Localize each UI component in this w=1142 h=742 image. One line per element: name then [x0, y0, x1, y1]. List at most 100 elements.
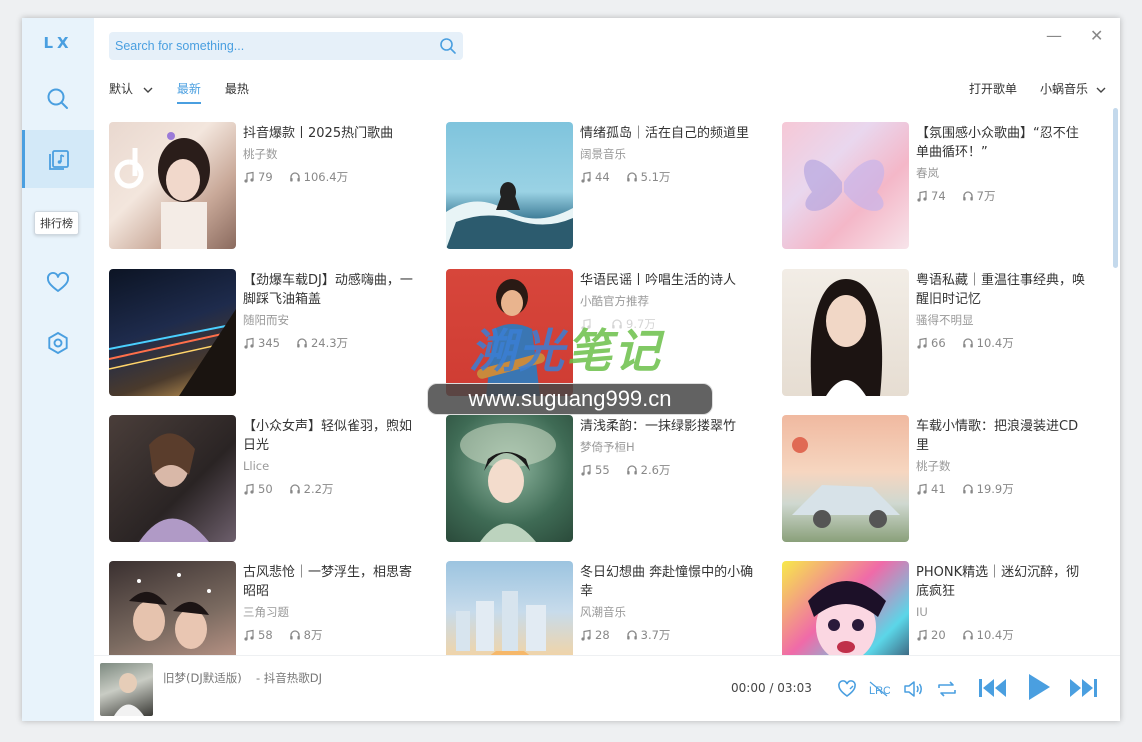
music-note-icon — [244, 171, 254, 183]
playlist-title[interactable]: 车载小情歌：把浪漫装进CD里 — [916, 417, 1091, 455]
nav-settings[interactable] — [22, 314, 94, 372]
volume-button[interactable] — [902, 678, 924, 700]
music-note-icon — [917, 629, 927, 641]
scrollbar[interactable] — [1113, 108, 1118, 268]
tab-default[interactable]: 默认 — [109, 80, 153, 100]
play-count: 10.4万 — [976, 628, 1014, 642]
playlist-stats: 20 10.4万 — [916, 627, 1091, 643]
search-icon[interactable] — [439, 37, 457, 55]
playlist-title[interactable]: 清浅柔韵：一抹绿影搂翠竹 — [580, 417, 755, 436]
playlist-stats: 50 2.2万 — [243, 481, 418, 497]
playlist-title[interactable]: 粤语私藏｜重温往事经典，唤醒旧时记忆 — [916, 271, 1091, 309]
song-count: 58 — [258, 628, 273, 642]
cover-art — [460, 423, 556, 542]
song-count: 74 — [931, 189, 946, 203]
cover-art — [109, 309, 236, 396]
playlist-info: 抖音爆款丨2025热门歌曲 桃子数 79 106.4万 — [243, 124, 418, 185]
playlist-card[interactable]: 【劲爆车载DJ】动感嗨曲，一脚踩飞油箱盖 随阳而安 345 24.3万 — [109, 269, 429, 397]
source-label: 小蜗音乐 — [1040, 82, 1089, 96]
playlist-title[interactable]: 抖音爆款丨2025热门歌曲 — [243, 124, 418, 143]
playlist-cover[interactable] — [446, 561, 573, 655]
playlist-card[interactable]: 抖音爆款丨2025热门歌曲 桃子数 79 106.4万 — [109, 122, 429, 250]
playlist-card[interactable]: 清浅柔韵：一抹绿影搂翠竹 梦倚予桓H 55 2.6万 — [446, 415, 766, 543]
playlist-author[interactable]: 骚得不明显 — [916, 312, 1091, 328]
lyric-button[interactable]: LRC — [868, 678, 890, 700]
previous-icon — [979, 679, 1006, 697]
previous-button[interactable] — [978, 674, 1008, 702]
playlist-cover[interactable] — [109, 122, 236, 249]
playlist-cover[interactable] — [109, 561, 236, 655]
song-count: 345 — [258, 336, 280, 350]
playlist-card[interactable]: 粤语私藏｜重温往事经典，唤醒旧时记忆 骚得不明显 66 10.4万 — [782, 269, 1102, 397]
tab-hottest[interactable]: 最热 — [225, 80, 249, 100]
cover-art — [792, 437, 900, 528]
playlist-card[interactable]: 车载小情歌：把浪漫装进CD里 桃子数 41 19.9万 — [782, 415, 1102, 543]
close-button[interactable]: ✕ — [1090, 26, 1103, 45]
playlist-author[interactable]: IU — [916, 604, 1091, 620]
minimize-button[interactable]: — — [1046, 26, 1062, 45]
music-note-icon — [581, 464, 591, 476]
playlist-author[interactable]: 梦倚予桓H — [580, 439, 755, 455]
headphones-icon — [289, 484, 300, 494]
music-note-icon — [244, 483, 254, 495]
playlist-title[interactable]: 冬日幻想曲 奔赴憧憬中的小确幸 — [580, 563, 755, 601]
playlist-card[interactable]: 古风悲怆｜一梦浮生，相思寄昭昭 三角习题 58 8万 — [109, 561, 429, 655]
nav-search[interactable] — [22, 70, 94, 128]
now-playing-cover[interactable] — [100, 663, 153, 716]
play-icon — [1029, 674, 1050, 700]
playlist-title[interactable]: 【氛围感小众歌曲】“忍不住单曲循环！” — [916, 124, 1091, 162]
playlist-author[interactable]: 三角习题 — [243, 604, 418, 620]
play-count: 5.1万 — [640, 170, 671, 184]
cover-art — [446, 182, 573, 249]
open-playlist-button[interactable]: 打开歌单 — [969, 80, 1017, 97]
playlist-title[interactable]: PHONK精选｜迷幻沉醉，彻底疯狂 — [916, 563, 1091, 601]
playlist-author[interactable]: 随阳而安 — [243, 312, 418, 328]
playlist-cover[interactable] — [782, 122, 909, 249]
playlist-card[interactable]: PHONK精选｜迷幻沉醉，彻底疯狂 IU 20 10.4万 — [782, 561, 1102, 655]
playlist-info: 【小众女声】轻似雀羽，煦如日光 Llice 50 2.2万 — [243, 417, 418, 497]
playlist-author[interactable]: 风潮音乐 — [580, 604, 755, 620]
nav-songlist[interactable] — [22, 130, 94, 188]
music-note-icon — [581, 629, 591, 641]
playlist-author[interactable]: 春岚 — [916, 165, 1091, 181]
music-note-icon — [244, 337, 254, 349]
playlist-cover[interactable] — [109, 415, 236, 542]
tab-newest[interactable]: 最新 — [176, 80, 201, 104]
playlist-cover[interactable] — [782, 415, 909, 542]
repeat-button[interactable] — [936, 678, 958, 700]
playlist-cover[interactable] — [782, 269, 909, 396]
playlist-author[interactable]: Llice — [243, 458, 418, 474]
playlist-cover[interactable] — [109, 269, 236, 396]
song-count: 55 — [595, 463, 610, 477]
play-button[interactable] — [1024, 671, 1054, 703]
playlist-author[interactable]: 桃子数 — [916, 458, 1091, 474]
playlist-author[interactable]: 桃子数 — [243, 146, 418, 162]
playlist-title[interactable]: 古风悲怆｜一梦浮生，相思寄昭昭 — [243, 563, 418, 601]
headphones-icon — [626, 630, 637, 640]
playlist-title[interactable]: 华语民谣丨吟唱生活的诗人 — [580, 271, 755, 290]
playlist-stats: 44 5.1万 — [580, 169, 755, 185]
next-button[interactable] — [1068, 674, 1098, 702]
playlist-title[interactable]: 【劲爆车载DJ】动感嗨曲，一脚踩飞油箱盖 — [243, 271, 418, 309]
search-input[interactable] — [109, 32, 429, 60]
cover-art — [456, 591, 546, 655]
playlist-title[interactable]: 情绪孤岛｜活在自己的频道里 — [580, 124, 755, 143]
settings-icon — [48, 331, 68, 355]
playlist-cover[interactable] — [446, 415, 573, 542]
playlist-author[interactable]: 小酷官方推荐 — [580, 293, 755, 309]
song-count: 41 — [931, 482, 946, 496]
search-icon — [47, 88, 68, 109]
playlist-card[interactable]: 冬日幻想曲 奔赴憧憬中的小确幸 风潮音乐 28 3.7万 — [446, 561, 766, 655]
playback-time: 00:00 / 03:03 — [731, 681, 812, 695]
playlist-card[interactable]: 【氛围感小众歌曲】“忍不住单曲循环！” 春岚 74 7万 — [782, 122, 1102, 250]
source-select[interactable]: 小蜗音乐 — [1040, 80, 1106, 97]
playlist-cover[interactable] — [782, 561, 909, 655]
nav-favorites[interactable] — [22, 254, 94, 312]
favorite-button[interactable] — [836, 678, 858, 700]
playlist-author[interactable]: 阔景音乐 — [580, 146, 755, 162]
playlist-card[interactable]: 情绪孤岛｜活在自己的频道里 阔景音乐 44 5.1万 — [446, 122, 766, 250]
playlist-cover[interactable] — [446, 122, 573, 249]
playlist-card[interactable]: 【小众女声】轻似雀羽，煦如日光 Llice 50 2.2万 — [109, 415, 429, 543]
song-count: 20 — [931, 628, 946, 642]
playlist-title[interactable]: 【小众女声】轻似雀羽，煦如日光 — [243, 417, 418, 455]
